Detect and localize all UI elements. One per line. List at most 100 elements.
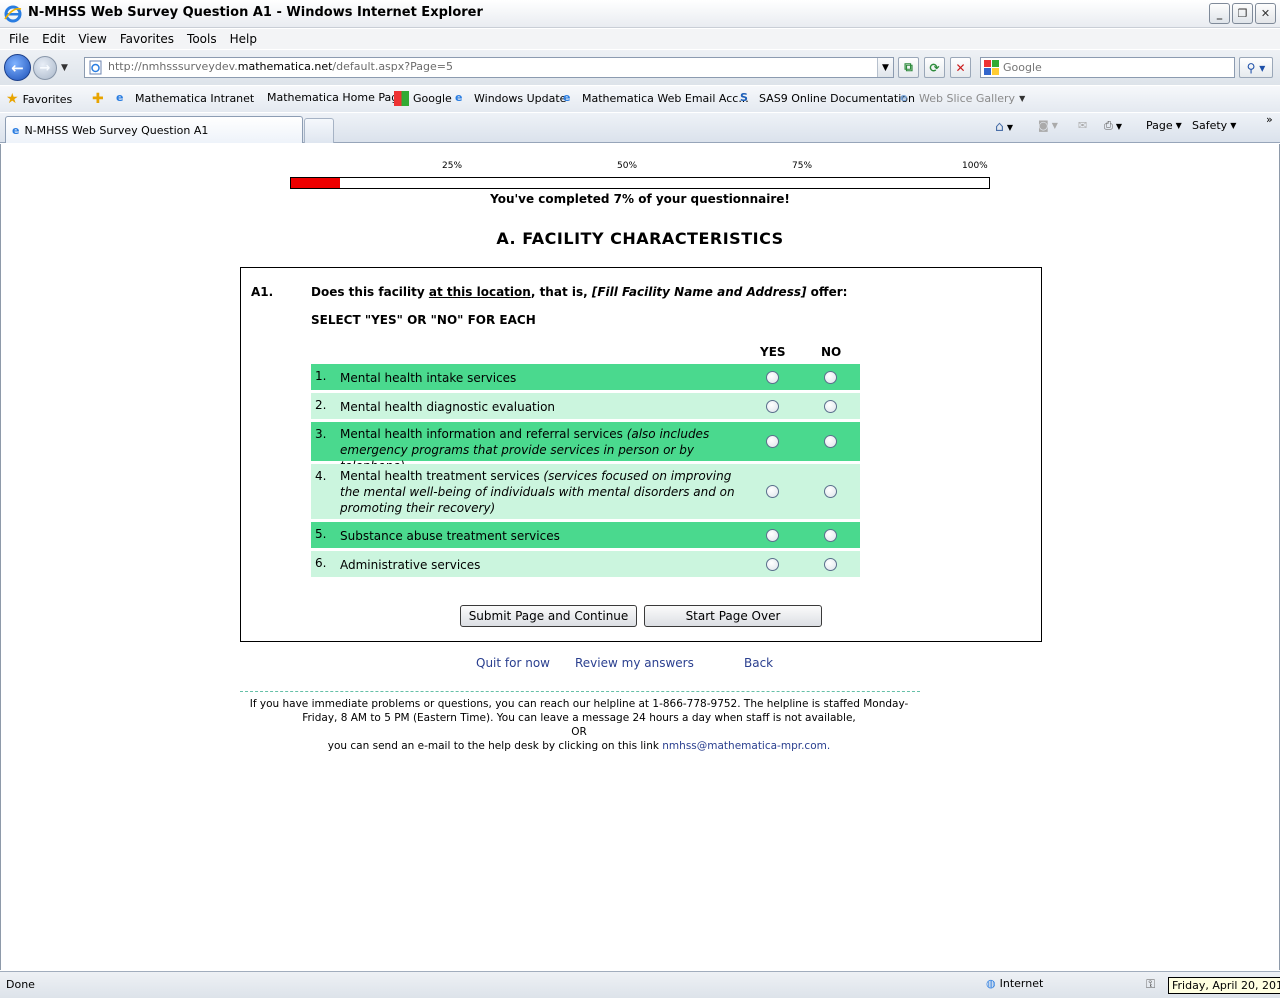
minimize-button[interactable]: _ xyxy=(1209,3,1230,24)
favorites-bar: ★ Favorites ✚ e Mathematica Intranet Mat… xyxy=(0,86,1280,112)
close-button[interactable]: ✕ xyxy=(1255,3,1276,24)
help-line-1: If you have immediate problems or questi… xyxy=(249,698,909,724)
start-page-over-button[interactable]: Start Page Over xyxy=(644,605,822,627)
quit-link[interactable]: Quit for now xyxy=(476,656,550,670)
progress-label-100: 100% xyxy=(962,161,988,171)
chevron-down-icon: ▼ xyxy=(1175,121,1182,130)
search-button[interactable]: ⚲ ▾ xyxy=(1239,57,1273,78)
fav-sas9-documentation[interactable]: S SAS9 Online Documentation xyxy=(740,91,915,106)
fav-google[interactable]: Google xyxy=(394,91,452,106)
protected-mode-icon[interactable]: ⚿ xyxy=(1146,977,1155,992)
forward-button[interactable]: → xyxy=(33,56,57,80)
address-field[interactable]: http://nmhsssurveydev.mathematica.net/de… xyxy=(84,57,894,78)
question-box: A1. Does this facility at this location,… xyxy=(240,267,1042,642)
compatibility-icon: ⧉ xyxy=(904,60,913,74)
progress-label-25: 25% xyxy=(442,161,463,171)
menu-view[interactable]: View xyxy=(78,29,106,49)
fav-mathematica-intranet[interactable]: e Mathematica Intranet xyxy=(116,91,254,106)
chevron-down-icon: ▼ xyxy=(1115,121,1122,131)
google-icon xyxy=(984,60,999,75)
address-dropdown-icon[interactable]: ▼ xyxy=(877,58,893,77)
feeds-button[interactable]: ◙ ▼ xyxy=(1038,119,1058,132)
item-label: Administrative services xyxy=(340,558,481,572)
page-menu-button[interactable]: Page ▼ xyxy=(1146,119,1182,132)
menu-help[interactable]: Help xyxy=(230,29,257,49)
submit-page-button[interactable]: Submit Page and Continue xyxy=(460,605,637,627)
minimize-icon: _ xyxy=(1216,7,1223,20)
compatibility-view-button[interactable]: ⧉ xyxy=(898,57,919,78)
home-icon: ⌂ xyxy=(995,119,1004,135)
menu-file[interactable]: File xyxy=(9,29,29,49)
radio-no-1[interactable] xyxy=(824,371,837,384)
restore-button[interactable]: ❐ xyxy=(1232,3,1253,24)
recent-pages-dropdown-icon[interactable]: ▼ xyxy=(61,63,68,73)
help-line-2: you can send an e-mail to the help desk … xyxy=(327,740,831,752)
back-link[interactable]: Back xyxy=(744,656,773,670)
item-number: 1. xyxy=(315,369,327,383)
item-number: 3. xyxy=(315,427,327,441)
help-email-link[interactable]: nmhss@mathematica-mpr.com. xyxy=(662,740,830,752)
fav-web-slice-gallery[interactable]: e Web Slice Gallery ▼ xyxy=(900,91,1025,106)
more-commands-button[interactable]: » xyxy=(1266,113,1273,126)
search-input[interactable] xyxy=(1003,59,1231,76)
chevron-down-icon: ▼ xyxy=(1006,122,1014,132)
radio-yes-5[interactable] xyxy=(766,529,779,542)
progress-label-75: 75% xyxy=(792,161,813,171)
item-row-5: 5. Substance abuse treatment services xyxy=(311,522,860,548)
search-box[interactable] xyxy=(980,57,1235,78)
page-icon xyxy=(89,60,102,75)
progress-text: You've completed 7% of your questionnair… xyxy=(490,192,790,206)
radio-yes-6[interactable] xyxy=(766,558,779,571)
review-answers-link[interactable]: Review my answers xyxy=(575,656,694,670)
column-header-no: NO xyxy=(821,345,842,359)
favorites-button[interactable]: ★ Favorites xyxy=(6,91,72,107)
print-button[interactable]: ⎙ ▼ xyxy=(1104,119,1122,133)
fav-mathematica-home-page[interactable]: Mathematica Home Page xyxy=(267,91,405,104)
radio-no-4[interactable] xyxy=(824,485,837,498)
status-text: Done xyxy=(6,978,35,991)
tab-active[interactable]: e N-MHSS Web Survey Question A1 xyxy=(5,116,303,143)
menu-tools[interactable]: Tools xyxy=(187,29,217,49)
radio-no-6[interactable] xyxy=(824,558,837,571)
menu-bar: File Edit View Favorites Tools Help xyxy=(0,29,1280,49)
item-row-1: 1. Mental health intake services xyxy=(311,364,860,390)
column-header-yes: YES xyxy=(760,345,786,359)
radio-no-5[interactable] xyxy=(824,529,837,542)
safety-menu-button[interactable]: Safety ▼ xyxy=(1192,119,1236,132)
chevron-down-icon: ▼ xyxy=(1019,94,1026,103)
rss-feed-icon: ◙ xyxy=(1038,119,1049,132)
radio-no-2[interactable] xyxy=(824,400,837,413)
radio-yes-3[interactable] xyxy=(766,435,779,448)
security-zone[interactable]: ◍ Internet xyxy=(986,977,1043,990)
item-label: Substance abuse treatment services xyxy=(340,529,560,543)
status-bar: Done ◍ Internet ⚿ Friday, April 20, 2012 xyxy=(0,971,1280,998)
ie-page-icon: e xyxy=(116,91,124,104)
radio-yes-1[interactable] xyxy=(766,371,779,384)
stop-button[interactable]: ✕ xyxy=(950,57,971,78)
refresh-button[interactable]: ⟳ xyxy=(924,57,945,78)
home-button[interactable]: ⌂ ▼ xyxy=(995,119,1013,135)
back-arrow-icon: ← xyxy=(11,58,24,77)
radio-yes-2[interactable] xyxy=(766,400,779,413)
menu-edit[interactable]: Edit xyxy=(42,29,65,49)
fav-mathematica-web-email[interactable]: e Mathematica Web Email Acc... xyxy=(563,91,749,106)
read-mail-button[interactable]: ✉ xyxy=(1078,119,1087,132)
back-button[interactable]: ← xyxy=(4,54,31,81)
radio-no-3[interactable] xyxy=(824,435,837,448)
window-title: N-MHSS Web Survey Question A1 - Windows … xyxy=(28,5,483,20)
globe-icon: ◍ xyxy=(986,977,996,990)
progress-labels: 25% 50% 75% 100% xyxy=(290,161,990,173)
radio-yes-4[interactable] xyxy=(766,485,779,498)
item-number: 5. xyxy=(315,527,327,541)
add-to-favorites-button[interactable]: ✚ xyxy=(92,91,104,107)
restore-icon: ❐ xyxy=(1237,7,1248,20)
menu-favorites[interactable]: Favorites xyxy=(120,29,174,49)
ie-page-icon: e xyxy=(455,91,463,104)
ie-page-icon: e xyxy=(563,91,571,104)
new-tab-button[interactable] xyxy=(304,118,334,143)
fav-windows-update[interactable]: e Windows Update xyxy=(455,91,566,106)
forward-arrow-icon: → xyxy=(39,60,51,76)
address-url: http://nmhsssurveydev.mathematica.net/de… xyxy=(108,60,453,73)
favorites-star-icon: ★ xyxy=(6,91,19,107)
item-number: 4. xyxy=(315,469,327,483)
